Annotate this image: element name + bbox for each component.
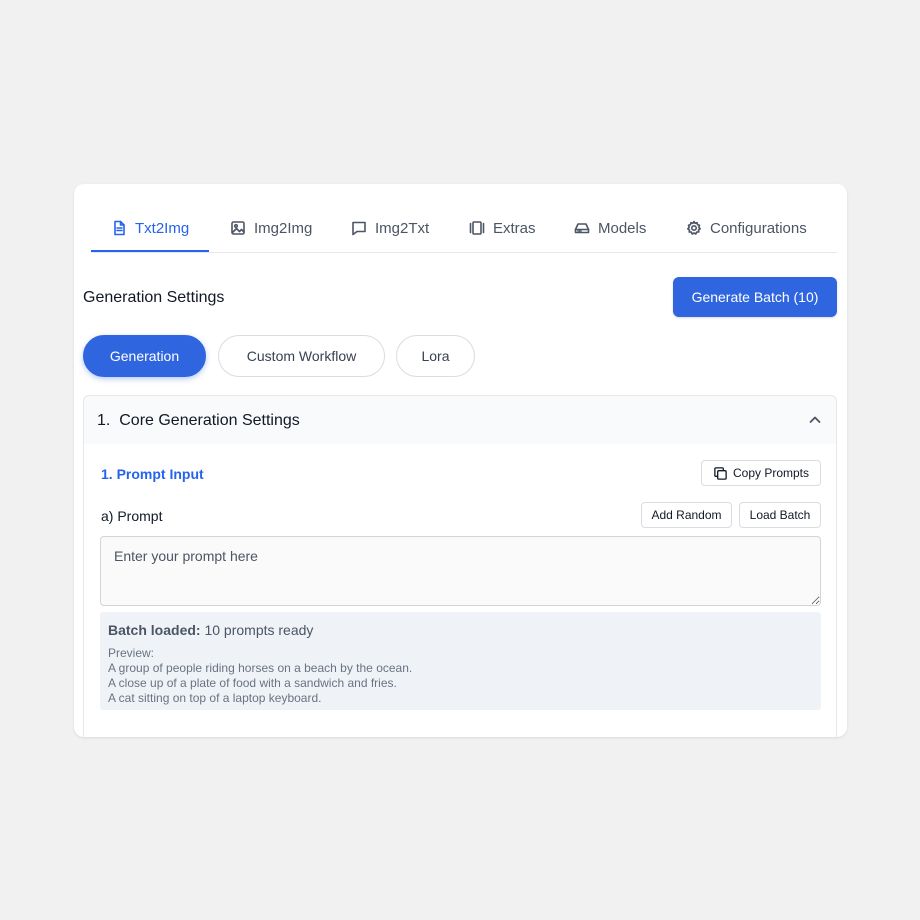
subsection-title: 1. Prompt Input [101,466,204,482]
columns-icon [469,221,485,235]
tab-label: Img2Img [254,219,313,237]
tab-img2txt[interactable]: Img2Txt [351,217,429,239]
tab-configurations[interactable]: Configurations [686,217,807,239]
batch-info-box: Batch loaded: 10 prompts ready Preview: … [100,612,821,710]
copy-icon [714,466,727,480]
drive-icon [574,223,590,234]
gear-icon [687,220,701,235]
tab-label: Extras [493,219,536,237]
copy-prompts-label: Copy Prompts [732,466,810,480]
tab-bar: Txt2Img Img2Img Img2Txt Extras Models Co… [74,184,847,253]
settings-card: Txt2Img Img2Img Img2Txt Extras Models Co… [74,184,847,737]
tab-extras[interactable]: Extras [469,217,536,239]
add-random-button[interactable]: Add Random [641,502,732,528]
batch-preview: Preview: A group of people riding horses… [108,646,412,706]
image-icon [231,221,245,235]
tab-label: Models [598,219,647,237]
tab-label: Configurations [710,219,807,237]
tab-label: Img2Txt [375,219,430,237]
active-tab-indicator [91,250,209,252]
tab-txt2img[interactable]: Txt2Img [111,217,189,239]
batch-status-text: 10 prompts ready [200,622,314,638]
pill-generation[interactable]: Generation [83,335,206,377]
prompt-input[interactable] [100,536,821,606]
tab-img2img[interactable]: Img2Img [230,217,312,239]
accordion-header[interactable]: 1. Core Generation Settings [84,396,836,444]
preview-item: A close up of a plate of food with a san… [108,676,397,690]
tab-models[interactable]: Models [574,217,646,239]
copy-prompts-button[interactable]: Copy Prompts [701,460,821,486]
pill-custom-workflow[interactable]: Custom Workflow [218,335,385,377]
tab-divider [91,252,837,253]
load-batch-button[interactable]: Load Batch [739,502,821,528]
preview-item: A group of people riding horses on a bea… [108,661,413,675]
prompt-label: a) Prompt [101,508,163,524]
generate-batch-button[interactable]: Generate Batch (10) [673,277,837,317]
document-icon [114,220,125,236]
preview-item: A cat sitting on top of a laptop keyboar… [108,691,322,705]
chevron-up-icon[interactable] [808,413,822,427]
batch-status-label: Batch loaded: [108,622,201,638]
accordion-title: 1. Core Generation Settings [97,412,300,429]
tab-label: Txt2Img [135,219,190,237]
preview-label: Preview: [108,646,155,660]
page-title: Generation Settings [83,289,225,306]
pill-lora[interactable]: Lora [396,335,475,377]
batch-status: Batch loaded: 10 prompts ready [108,622,313,638]
core-settings-accordion: 1. Core Generation Settings 1. Prompt In… [83,395,837,737]
chat-icon [352,221,366,236]
